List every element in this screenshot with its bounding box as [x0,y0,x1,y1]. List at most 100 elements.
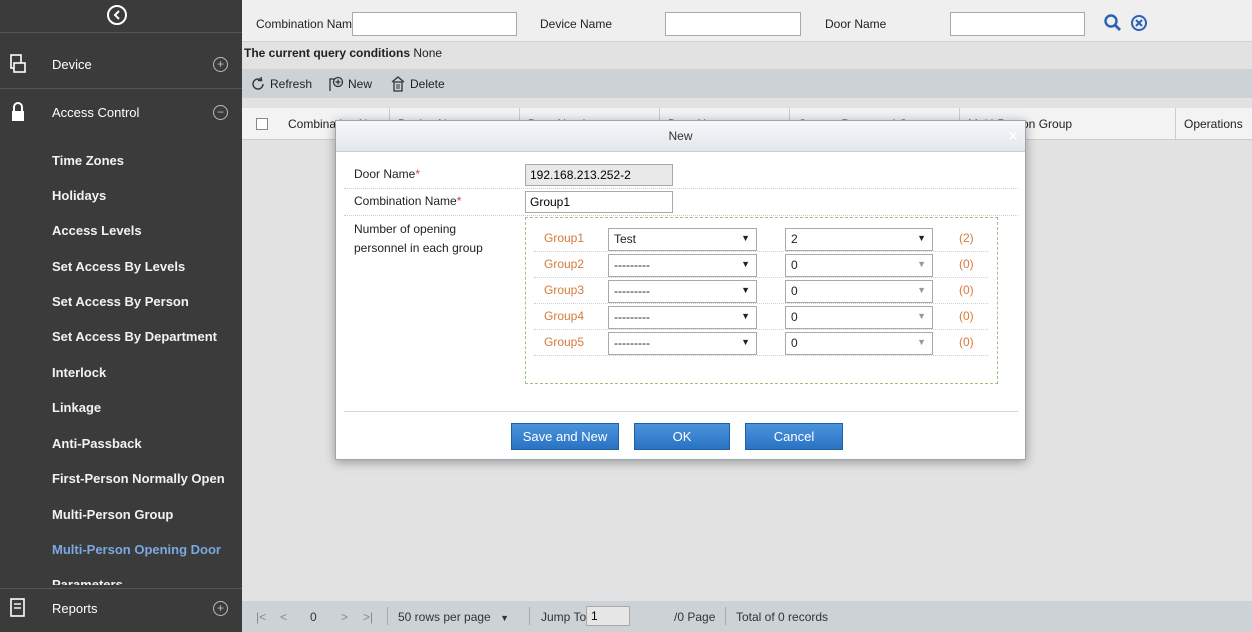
refresh-icon [252,76,264,90]
new-button[interactable]: New [328,76,372,92]
divider [0,588,242,589]
jump-to-label: Jump To [541,610,587,624]
refresh-button[interactable]: Refresh [250,76,312,92]
group-select-value: --------- [614,258,650,272]
group-select[interactable]: --------- ▼ [608,280,757,303]
group-select[interactable]: Test ▼ [608,228,757,251]
save-and-new-button[interactable]: Save and New [511,423,619,450]
count-select[interactable]: 0 ▼ [785,280,933,303]
rows-per-page-select[interactable]: 50 rows per page ▼ [398,610,509,624]
device-icon [10,54,26,73]
count-select[interactable]: 0 ▼ [785,306,933,329]
new-dialog: New ✕ Door Name* Combination Name* Numbe… [335,120,1026,460]
toolbar: Refresh New Delete [242,69,1252,98]
count-select[interactable]: 2 ▼ [785,228,933,251]
door-name-label-text: Door Name [354,167,416,181]
sidebar-section-access-control[interactable]: Access Control − [0,96,242,128]
group-total: (0) [959,309,974,323]
column-operations: Operations [1184,117,1243,131]
collapse-icon[interactable]: − [213,104,228,120]
sidebar-item-set-access-by-department[interactable]: Set Access By Department [52,329,217,344]
group-select[interactable]: --------- ▼ [608,306,757,329]
next-page-button[interactable]: > [341,610,348,624]
chevron-down-icon: ▼ [917,311,926,321]
group-total: (0) [959,283,974,297]
chevron-down-icon: ▼ [741,337,750,347]
combination-name-label-text: Combination Name [354,194,457,208]
required-mark: * [456,194,462,208]
sidebar-item-first-person-normally-open[interactable]: First-Person Normally Open [52,471,225,486]
sidebar-item-multi-person-group[interactable]: Multi-Person Group [52,507,173,522]
last-page-button[interactable]: >| [363,610,373,624]
group-select-value: --------- [614,310,650,324]
sidebar-item-parameters[interactable]: Parameters [52,577,123,585]
clear-filter-icon[interactable] [1129,13,1149,33]
delete-button[interactable]: Delete [390,76,445,92]
divider [725,607,726,625]
combination-name-field[interactable] [525,191,673,213]
ok-button[interactable]: OK [634,423,730,450]
group-select[interactable]: --------- ▼ [608,332,757,355]
door-name-filter-label: Door Name [825,17,887,31]
expand-icon[interactable]: + [213,56,228,72]
sidebar-section-reports[interactable]: Reports + [0,592,242,624]
jump-to-input[interactable] [586,606,630,626]
delete-icon [391,76,405,92]
first-page-button[interactable]: |< [256,610,266,624]
group-total: (2) [959,231,974,245]
chevron-down-icon: ▼ [741,285,750,295]
sidebar-item-anti-passback[interactable]: Anti-Passback [52,436,142,451]
sidebar-section-label: Access Control [52,104,140,120]
dialog-title: New [336,121,1025,152]
prev-page-button[interactable]: < [280,610,287,624]
chevron-down-icon: ▼ [741,259,750,269]
group-row: Group4 --------- ▼ 0 ▼ (0) [526,304,997,330]
collapse-sidebar-icon[interactable] [107,5,127,25]
sidebar-item-multi-person-opening-door[interactable]: Multi-Person Opening Door [52,542,221,557]
sidebar-item-interlock[interactable]: Interlock [52,365,106,380]
sidebar-section-label: Device [52,56,92,72]
group-select-value: Test [614,232,637,246]
group-name: Group5 [544,335,585,349]
close-icon[interactable]: ✕ [1007,129,1019,143]
select-all-checkbox[interactable] [256,118,268,130]
sidebar: Device + Access Control − Time Zones Hol… [0,0,242,632]
device-name-filter-input[interactable] [665,12,801,36]
current-page: 0 [310,610,317,624]
sidebar-item-access-levels[interactable]: Access Levels [52,223,142,238]
group-total: (0) [959,257,974,271]
records-total: Total of 0 records [736,610,829,624]
opening-personnel-label-line1: Number of opening [354,222,457,236]
divider [344,215,1018,216]
sidebar-item-time-zones[interactable]: Time Zones [52,153,124,168]
count-select[interactable]: 0 ▼ [785,254,933,277]
door-name-filter-input[interactable] [950,12,1085,36]
group-select[interactable]: --------- ▼ [608,254,757,277]
count-select-value: 0 [791,336,798,350]
groups-panel: Group1 Test ▼ 2 ▼ (2) Group2 --------- ▼ 0 ▼… [525,217,998,384]
divider [0,88,242,89]
cancel-button[interactable]: Cancel [745,423,843,450]
count-select[interactable]: 0 ▼ [785,332,933,355]
divider [344,188,1018,189]
divider [534,355,988,356]
opening-personnel-label: Number of opening personnel in each grou… [354,220,483,258]
sidebar-item-set-access-by-levels[interactable]: Set Access By Levels [52,259,185,274]
sidebar-section-device[interactable]: Device + [0,48,242,80]
sidebar-item-holidays[interactable]: Holidays [52,188,106,203]
opening-personnel-label-line2: personnel in each group [354,241,483,255]
sidebar-item-set-access-by-person[interactable]: Set Access By Person [52,294,189,309]
rows-per-page-value: 50 rows per page [398,610,491,624]
query-conditions-label: The current query conditions [244,46,411,60]
combination-name-filter-input[interactable] [352,12,517,36]
chevron-down-icon: ▼ [500,613,509,623]
group-name: Group2 [544,257,585,271]
lock-icon [12,102,24,121]
pagination-bar: |< < 0 > >| 50 rows per page ▼ Jump To /… [242,601,1252,632]
expand-icon[interactable]: + [213,600,228,616]
delete-label: Delete [410,77,445,91]
count-select-value: 0 [791,258,798,272]
group-total: (0) [959,335,974,349]
search-icon[interactable] [1103,13,1123,33]
sidebar-item-linkage[interactable]: Linkage [52,400,101,415]
